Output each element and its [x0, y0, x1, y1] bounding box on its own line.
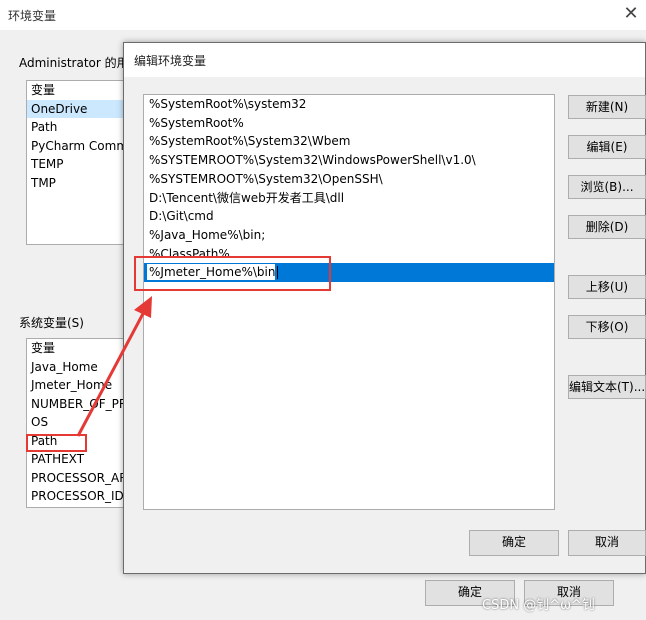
watermark: CSDN @钊^ω^钊 [482, 598, 595, 613]
annotation-arrow [76, 296, 152, 437]
